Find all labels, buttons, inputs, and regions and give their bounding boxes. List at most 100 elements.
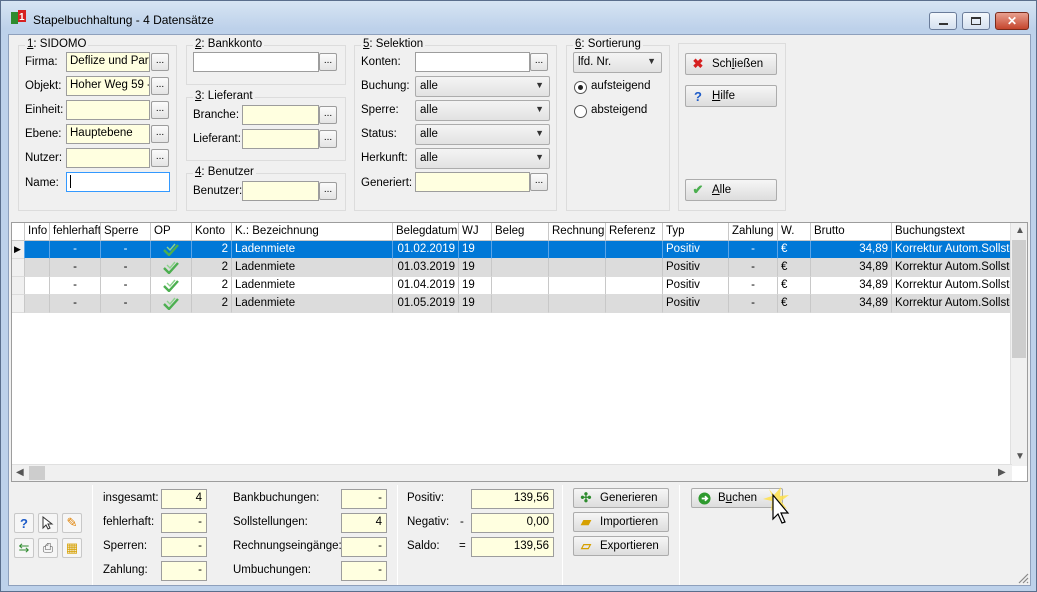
table-cell-bez[interactable]: Ladenmiete <box>232 241 393 259</box>
scroll-up-icon[interactable]: ▲ <box>1015 225 1025 236</box>
table-cell-typ[interactable]: Positiv <box>663 277 729 295</box>
table-cell-sperre[interactable]: - <box>101 295 151 313</box>
nutzer-field[interactable] <box>66 148 150 168</box>
scroll-thumb[interactable] <box>1012 240 1026 358</box>
table-cell-konto[interactable]: 2 <box>192 295 232 313</box>
status-select[interactable]: alle ▼ <box>415 124 550 145</box>
sperre-select[interactable]: alle ▼ <box>415 100 550 121</box>
einheit-field[interactable] <box>66 100 150 120</box>
col-header[interactable]: Zahlung <box>729 223 778 241</box>
objekt-browse-button[interactable]: ... <box>151 77 169 95</box>
col-header[interactable]: Buchungstext <box>892 223 1012 241</box>
table-cell-sperre[interactable]: - <box>101 277 151 295</box>
col-header[interactable]: Info <box>25 223 50 241</box>
pencil-icon[interactable]: ✎ <box>62 513 82 533</box>
row-selector[interactable] <box>12 295 25 313</box>
help-icon[interactable]: ? <box>14 513 34 533</box>
konten-browse-button[interactable]: ... <box>530 53 548 71</box>
hscroll-thumb[interactable] <box>29 466 45 480</box>
importieren-button[interactable]: ▰ Importieren <box>573 512 669 532</box>
table-cell-info[interactable] <box>25 277 50 295</box>
table-cell-wj[interactable]: 19 <box>459 295 492 313</box>
table-cell-rechnung[interactable] <box>549 259 606 277</box>
nutzer-browse-button[interactable]: ... <box>151 149 169 167</box>
col-header[interactable]: WJ <box>459 223 492 241</box>
table-cell-w[interactable]: € <box>778 241 811 259</box>
table-cell-konto[interactable]: 2 <box>192 259 232 277</box>
lieferant-browse-button[interactable]: ... <box>319 130 337 148</box>
table-cell-datum[interactable]: 01.05.2019 <box>393 295 459 313</box>
resize-grip-icon[interactable] <box>1017 572 1029 584</box>
table-cell-bez[interactable]: Ladenmiete <box>232 277 393 295</box>
lieferant-field[interactable] <box>242 129 319 149</box>
table-cell-rechnung[interactable] <box>549 295 606 313</box>
scroll-right-icon[interactable]: ▶ <box>998 467 1006 478</box>
col-header[interactable]: OP <box>151 223 192 241</box>
col-header[interactable]: K.: Bezeichnung <box>232 223 393 241</box>
scroll-left-icon[interactable]: ◀ <box>16 467 24 478</box>
minimize-button[interactable] <box>929 12 957 30</box>
table-cell-text[interactable]: Korrektur Autom.Sollstell. <box>892 259 1012 277</box>
table-cell-fehlerhaft[interactable]: - <box>50 259 101 277</box>
table-cell-w[interactable]: € <box>778 277 811 295</box>
table-cell-brutto[interactable]: 34,89 <box>811 241 892 259</box>
herkunft-select[interactable]: alle ▼ <box>415 148 550 169</box>
printer-icon[interactable]: ⎙ <box>38 538 58 558</box>
table-cell-text[interactable]: Korrektur Autom.Sollstell. <box>892 277 1012 295</box>
col-header[interactable]: fehlerhaft <box>50 223 101 241</box>
table-row[interactable]: - -2 Ladenmiete 01.03.2019 19 Positiv - €34,89 K… <box>12 259 1012 277</box>
table-cell-beleg[interactable] <box>492 259 549 277</box>
table-cell-referenz[interactable] <box>606 259 663 277</box>
branche-browse-button[interactable]: ... <box>319 106 337 124</box>
maximize-button[interactable] <box>962 12 990 30</box>
row-selector[interactable] <box>12 277 25 295</box>
table-cell-rechnung[interactable] <box>549 241 606 259</box>
col-header[interactable]: Rechnung <box>549 223 606 241</box>
einheit-browse-button[interactable]: ... <box>151 101 169 119</box>
table-cell-brutto[interactable]: 34,89 <box>811 259 892 277</box>
name-input[interactable] <box>66 172 170 192</box>
row-selector[interactable]: ▶ <box>12 241 25 259</box>
row-selector[interactable] <box>12 259 25 277</box>
col-header[interactable]: Typ <box>663 223 729 241</box>
col-header[interactable]: Beleg <box>492 223 549 241</box>
table-cell-w[interactable]: € <box>778 295 811 313</box>
benutzer-browse-button[interactable]: ... <box>319 182 337 200</box>
table-row[interactable]: ▶ - -2 Ladenmiete 01.02.2019 19 Positiv - €34,89… <box>12 241 1012 259</box>
alle-button[interactable]: ✔ Alle <box>685 179 777 201</box>
pointer-icon[interactable] <box>38 513 58 533</box>
table-grid-icon[interactable]: ▦ <box>62 538 82 558</box>
table-cell-typ[interactable]: Positiv <box>663 241 729 259</box>
table-cell-fehlerhaft[interactable]: - <box>50 277 101 295</box>
col-header[interactable]: Brutto <box>811 223 892 241</box>
table-cell-text[interactable]: Korrektur Autom.Sollstell. <box>892 295 1012 313</box>
table-cell-zahlung[interactable]: - <box>729 259 778 277</box>
table-cell-brutto[interactable]: 34,89 <box>811 277 892 295</box>
horizontal-scrollbar[interactable]: ◀ ▶ <box>12 464 1012 481</box>
col-header[interactable]: Belegdatum <box>393 223 459 241</box>
scroll-down-icon[interactable]: ▼ <box>1015 451 1025 462</box>
table-cell-typ[interactable]: Positiv <box>663 295 729 313</box>
op-check-icon[interactable] <box>151 259 192 277</box>
table-cell-referenz[interactable] <box>606 241 663 259</box>
op-check-icon[interactable] <box>151 277 192 295</box>
generiert-browse-button[interactable]: ... <box>530 173 548 191</box>
generiert-field[interactable] <box>415 172 530 192</box>
op-check-icon[interactable] <box>151 241 192 259</box>
table-cell-typ[interactable]: Positiv <box>663 259 729 277</box>
table-cell-zahlung[interactable]: - <box>729 295 778 313</box>
hilfe-button[interactable]: ? Hilfe <box>685 85 777 107</box>
aufsteigend-radio[interactable] <box>574 81 587 94</box>
generieren-button[interactable]: ✣ Generieren <box>573 488 669 508</box>
table-cell-rechnung[interactable] <box>549 277 606 295</box>
table-cell-fehlerhaft[interactable]: - <box>50 241 101 259</box>
buchung-select[interactable]: alle ▼ <box>415 76 550 97</box>
col-header[interactable]: Konto <box>192 223 232 241</box>
bankkonto-browse-button[interactable]: ... <box>319 53 337 71</box>
branche-field[interactable] <box>242 105 319 125</box>
table-cell-sperre[interactable]: - <box>101 259 151 277</box>
ebene-browse-button[interactable]: ... <box>151 125 169 143</box>
sortierung-select[interactable]: lfd. Nr. ▼ <box>573 52 662 73</box>
absteigend-radio[interactable] <box>574 105 587 118</box>
ebene-field[interactable]: Hauptebene <box>66 124 150 144</box>
